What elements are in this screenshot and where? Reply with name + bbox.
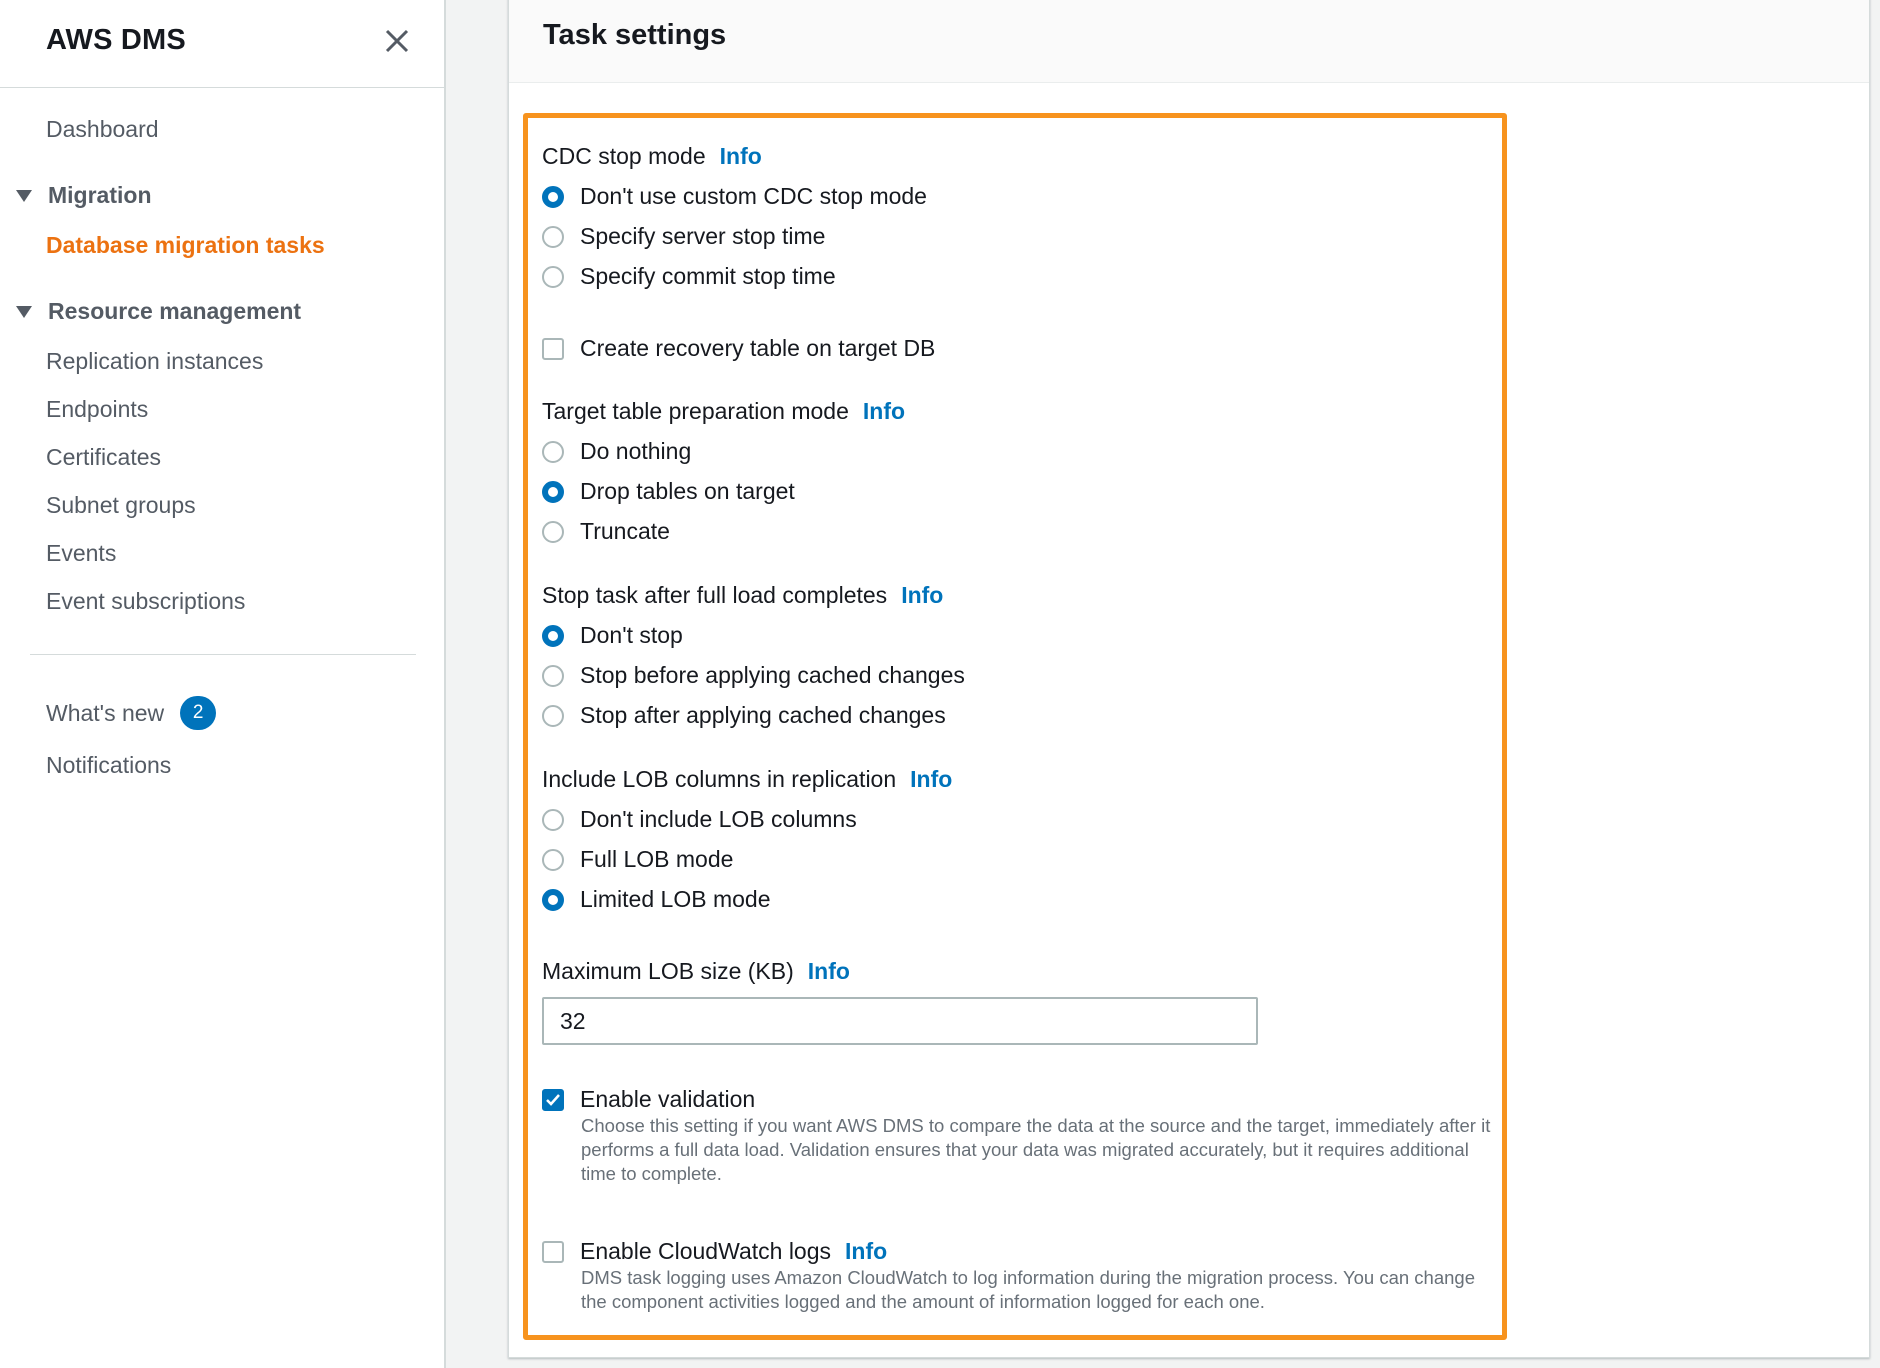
option-label: Truncate [580,518,670,544]
max-lob-size-info-link[interactable]: Info [808,958,850,984]
nav-dashboard[interactable]: Dashboard [46,116,159,143]
field-label: Stop task after full load completes [542,582,888,608]
radio-truncate[interactable]: Truncate [542,518,670,545]
stop-after-full-load-info-link[interactable]: Info [901,582,943,608]
nav-subnet-groups[interactable]: Subnet groups [46,492,196,519]
checkbox-label: Enable CloudWatch logs [580,1238,832,1264]
radio-drop-tables[interactable]: Drop tables on target [542,478,795,505]
radio-button[interactable] [542,520,564,543]
radio-button[interactable] [542,808,564,831]
option-label: Specify server stop time [580,223,826,249]
radio-button[interactable] [542,480,564,503]
max-lob-size-input[interactable] [542,997,1258,1045]
stop-after-full-load-label: Stop task after full load completes Info [542,582,943,609]
radio-button[interactable] [542,185,564,208]
nav-events[interactable]: Events [46,540,116,567]
option-label: Stop before applying cached changes [580,662,965,688]
option-label: Don't include LOB columns [580,806,857,832]
close-navigation-button[interactable] [380,24,414,58]
field-label: Maximum LOB size (KB) [542,958,794,984]
radio-button[interactable] [542,624,564,647]
lob-columns-label: Include LOB columns in replication Info [542,766,952,793]
radio-cdc-commit-stop-time[interactable]: Specify commit stop time [542,263,836,290]
panel-header: Task settings [509,0,1869,83]
nav-section-label: Migration [48,182,152,208]
radio-stop-after-cached[interactable]: Stop after applying cached changes [542,702,946,729]
app-title: AWS DMS [46,24,186,56]
nav-section-resource-management[interactable]: Resource management [16,298,301,325]
caret-down-icon [16,189,32,202]
radio-full-lob-mode[interactable]: Full LOB mode [542,846,733,873]
option-label: Limited LOB mode [580,886,771,912]
cloudwatch-logs-description: DMS task logging uses Amazon CloudWatch … [581,1267,1475,1312]
caret-down-icon [16,305,32,318]
checkmark-icon [546,1093,560,1106]
nav-notifications[interactable]: Notifications [46,752,171,779]
cloudwatch-logs-info-link[interactable]: Info [845,1238,887,1265]
option-label: Specify commit stop time [580,263,836,289]
radio-button[interactable] [542,888,564,911]
checkbox-label: Enable validation [580,1086,756,1112]
option-label: Don't stop [580,622,683,648]
enable-validation-description: Choose this setting if you want AWS DMS … [581,1115,1491,1184]
nav-divider [30,654,416,655]
checkbox[interactable] [542,1240,564,1263]
checkbox-create-recovery-table[interactable]: Create recovery table on target DB [542,335,935,362]
panel-title: Task settings [543,19,727,51]
radio-button[interactable] [542,664,564,687]
nav-event-subscriptions[interactable]: Event subscriptions [46,588,245,615]
sidebar-header: AWS DMS [0,0,444,88]
checkbox[interactable] [542,337,564,360]
nav-section-label: Resource management [48,298,302,324]
option-label: Do nothing [580,438,692,464]
checkbox[interactable] [542,1088,564,1111]
radio-limited-lob-mode[interactable]: Limited LOB mode [542,886,770,913]
radio-button[interactable] [542,265,564,288]
field-label: Include LOB columns in replication [542,766,897,792]
cdc-stop-mode-info-link[interactable]: Info [720,143,762,169]
close-icon [385,29,409,53]
radio-button[interactable] [542,704,564,727]
lob-columns-info-link[interactable]: Info [910,766,952,792]
radio-button[interactable] [542,440,564,463]
radio-button[interactable] [542,848,564,871]
nav-replication-instances[interactable]: Replication instances [46,348,263,375]
nav-whats-new-label: What's new [46,699,165,726]
radio-button[interactable] [542,225,564,248]
checkbox-enable-cloudwatch-logs[interactable]: Enable CloudWatch logs Info [542,1238,887,1265]
option-label: Don't use custom CDC stop mode [580,183,927,209]
radio-cdc-server-stop-time[interactable]: Specify server stop time [542,223,825,250]
option-label: Drop tables on target [580,478,795,504]
nav-database-migration-tasks[interactable]: Database migration tasks [46,232,325,259]
radio-stop-before-cached[interactable]: Stop before applying cached changes [542,662,965,689]
notification-count-badge: 2 [180,696,217,730]
max-lob-size-label: Maximum LOB size (KB) Info [542,958,850,985]
field-label: Target table preparation mode [542,398,849,424]
nav-certificates[interactable]: Certificates [46,444,161,471]
nav-whats-new[interactable]: What's new 2 [46,696,217,730]
radio-cdc-dont-use-custom[interactable]: Don't use custom CDC stop mode [542,183,927,210]
target-prep-mode-info-link[interactable]: Info [863,398,905,424]
nav-section-migration[interactable]: Migration [16,182,152,209]
radio-dont-include-lob[interactable]: Don't include LOB columns [542,806,857,833]
option-label: Full LOB mode [580,846,734,872]
checkbox-label: Create recovery table on target DB [580,335,936,361]
cdc-stop-mode-label: CDC stop mode Info [542,143,762,170]
field-label: CDC stop mode [542,143,706,169]
target-prep-mode-label: Target table preparation mode Info [542,398,905,425]
checkbox-enable-validation[interactable]: Enable validation [542,1086,755,1113]
nav-endpoints[interactable]: Endpoints [46,396,148,423]
side-navigation: AWS DMS Dashboard Migration Database mig… [0,0,446,1368]
option-label: Stop after applying cached changes [580,702,946,728]
radio-do-nothing[interactable]: Do nothing [542,438,691,465]
radio-dont-stop[interactable]: Don't stop [542,622,683,649]
